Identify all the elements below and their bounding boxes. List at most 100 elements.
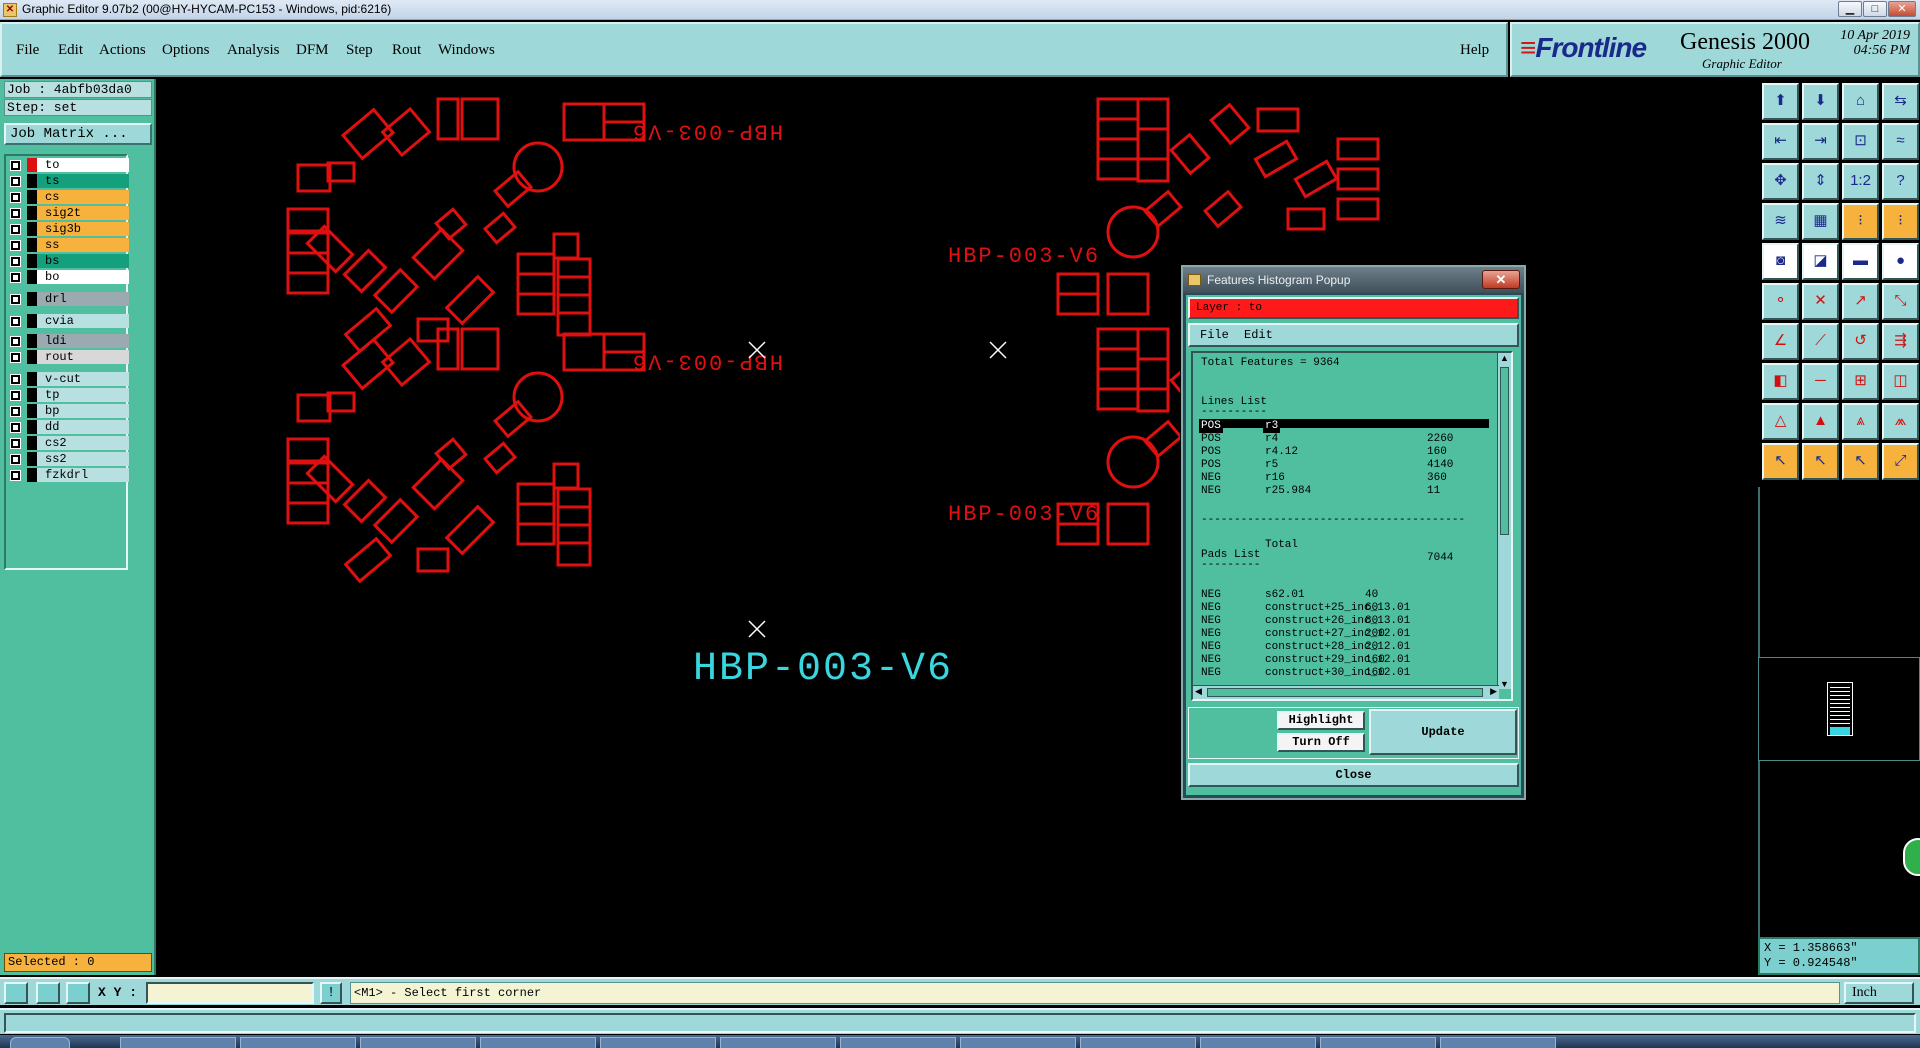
layer-name[interactable]: bo — [37, 270, 129, 284]
taskbar-item[interactable] — [1080, 1037, 1196, 1048]
layers-color-icon[interactable]: ⁝ — [1842, 203, 1879, 240]
layer-row-ss2[interactable]: ss2 — [10, 452, 129, 466]
outline-icon[interactable]: ⩕ — [1882, 403, 1919, 440]
layer-name[interactable]: bp — [37, 404, 129, 418]
minimize-icon[interactable]: ▁ — [1838, 1, 1862, 17]
layer-checkbox[interactable] — [10, 294, 21, 305]
pads-row[interactable]: NEG construct+28_inc_12.01 20 — [1201, 641, 1501, 654]
lines-row[interactable]: POS r4.12 160 — [1201, 446, 1501, 459]
lines-row[interactable]: POS r5 4140 — [1201, 459, 1501, 472]
scale-icon[interactable]: 1:2 — [1842, 163, 1879, 200]
redraw-icon[interactable]: ≈ — [1882, 123, 1919, 160]
info-icon[interactable]: ! — [320, 982, 342, 1004]
layer-row-bo[interactable]: bo — [10, 270, 129, 284]
zoom-in-icon[interactable]: ✥ — [1762, 163, 1799, 200]
scroll-left-icon[interactable]: ◀ — [1195, 686, 1202, 697]
layer-checkbox[interactable] — [10, 352, 21, 363]
query-icon[interactable]: ? — [1882, 163, 1919, 200]
snap-icon[interactable] — [4, 982, 28, 1004]
layer-row-ss[interactable]: ss — [10, 238, 129, 252]
hscroll-thumb[interactable] — [1207, 688, 1483, 697]
taskbar-item[interactable] — [120, 1037, 236, 1048]
menu-step[interactable]: Step — [346, 42, 373, 59]
taskbar-item[interactable] — [480, 1037, 596, 1048]
layer-row-rout[interactable]: rout — [10, 350, 129, 364]
menu-edit[interactable]: Edit — [58, 42, 83, 59]
layer-name[interactable]: drl — [37, 292, 129, 306]
node-add-icon[interactable]: ↗ — [1842, 283, 1879, 320]
lines-row[interactable]: POS r3 113 — [1199, 420, 1501, 433]
node-move-icon[interactable]: ⚬ — [1762, 283, 1799, 320]
layer-row-sig2t[interactable]: sig2t — [10, 206, 129, 220]
popup-layer-field[interactable]: Layer : to — [1188, 297, 1519, 319]
layer-name[interactable]: sig2t — [37, 206, 129, 220]
layer-row-dd[interactable]: dd — [10, 420, 129, 434]
layer-name[interactable]: ss2 — [37, 452, 129, 466]
taskbar-item[interactable] — [600, 1037, 716, 1048]
surface-icon[interactable]: ⩓ — [1842, 403, 1879, 440]
layer-row-cs2[interactable]: cs2 — [10, 436, 129, 450]
shift-icon[interactable]: ⇶ — [1882, 323, 1919, 360]
taskbar-item[interactable] — [840, 1037, 956, 1048]
pads-row[interactable]: NEG construct+30_inc_12.01 160 — [1201, 667, 1501, 680]
unit-selector[interactable]: Inch — [1844, 982, 1914, 1004]
layer-name[interactable]: ts — [37, 174, 129, 188]
film-icon[interactable]: ◙ — [1762, 243, 1799, 280]
layer-checkbox[interactable] — [10, 390, 21, 401]
lines-row[interactable]: NEG r25.984 11 — [1201, 485, 1501, 498]
overview-minimap[interactable] — [1758, 657, 1920, 761]
job-matrix-button[interactable]: Job Matrix ... — [4, 123, 152, 145]
zoom-area-icon[interactable]: ⊡ — [1842, 123, 1879, 160]
pads-row[interactable]: NEG construct+29_inc_12.01 160 — [1201, 654, 1501, 667]
maximize-icon[interactable]: □ — [1863, 1, 1887, 17]
genesis-app-icon[interactable]: ✕ — [3, 3, 17, 17]
layer-name[interactable]: rout — [37, 350, 129, 364]
scroll-right-icon[interactable]: ▶ — [1490, 686, 1497, 697]
pan-left-icon[interactable]: ⇤ — [1762, 123, 1799, 160]
layer-row-tp[interactable]: tp — [10, 388, 129, 402]
arc-icon[interactable]: ↺ — [1842, 323, 1879, 360]
layer-row-ts[interactable]: ts — [10, 174, 129, 188]
layer-checkbox[interactable] — [10, 438, 21, 449]
menu-rout[interactable]: Rout — [392, 42, 421, 59]
taskbar-item[interactable] — [1200, 1037, 1316, 1048]
layer-row-ldi[interactable]: ldi — [10, 334, 129, 348]
layer-name[interactable]: cs2 — [37, 436, 129, 450]
pointer-icon[interactable]: ↖ — [1762, 443, 1799, 480]
resize-icon[interactable]: ◪ — [1802, 243, 1839, 280]
popup-title-bar[interactable]: Features Histogram Popup ✕ — [1183, 267, 1524, 293]
close-button[interactable]: Close — [1188, 763, 1519, 787]
node-remove-icon[interactable]: ⤡ — [1882, 283, 1919, 320]
slope-icon[interactable]: ⟋ — [1802, 323, 1839, 360]
layers-mono-icon[interactable]: ⁝ — [1882, 203, 1919, 240]
triangle-icon[interactable]: △ — [1762, 403, 1799, 440]
menu-actions[interactable]: Actions — [99, 42, 146, 59]
pads-row[interactable]: NEG construct+27_inc_12.01 200 — [1201, 628, 1501, 641]
layer-name[interactable]: fzkdrl — [37, 468, 129, 482]
zoom-prev-icon[interactable]: ⬇ — [1802, 83, 1839, 120]
layer-name[interactable]: v-cut — [37, 372, 129, 386]
layer-row-drl[interactable]: drl — [10, 292, 129, 306]
zoom-out-icon[interactable]: ⇕ — [1802, 163, 1839, 200]
lines-row[interactable]: NEG r16 360 — [1201, 472, 1501, 485]
layer-checkbox[interactable] — [10, 406, 21, 417]
zoom-fit-icon[interactable]: ⇆ — [1882, 83, 1919, 120]
histogram-horizontal-scrollbar[interactable]: ◀ ▶ — [1193, 685, 1499, 699]
line-icon[interactable]: ∠ — [1762, 323, 1799, 360]
popup-menu-file[interactable]: File — [1200, 328, 1229, 342]
layer-row-bp[interactable]: bp — [10, 404, 129, 418]
select-stretch-icon[interactable]: ⊞ — [1842, 363, 1879, 400]
taskbar-item[interactable] — [1320, 1037, 1436, 1048]
layer-checkbox[interactable] — [10, 240, 21, 251]
layer-checkbox[interactable] — [10, 208, 21, 219]
select-copy-icon[interactable]: ◧ — [1762, 363, 1799, 400]
layer-checkbox[interactable] — [10, 454, 21, 465]
layer-checkbox[interactable] — [10, 470, 21, 481]
layer-row-v-cut[interactable]: v-cut — [10, 372, 129, 386]
menu-options[interactable]: Options — [162, 42, 210, 59]
layer-row-cvia[interactable]: cvia — [10, 314, 129, 328]
menu-help[interactable]: Help — [1460, 42, 1489, 59]
layer-name[interactable]: bs — [37, 254, 129, 268]
popup-menu-edit[interactable]: Edit — [1244, 328, 1273, 342]
taskbar-item[interactable] — [960, 1037, 1076, 1048]
